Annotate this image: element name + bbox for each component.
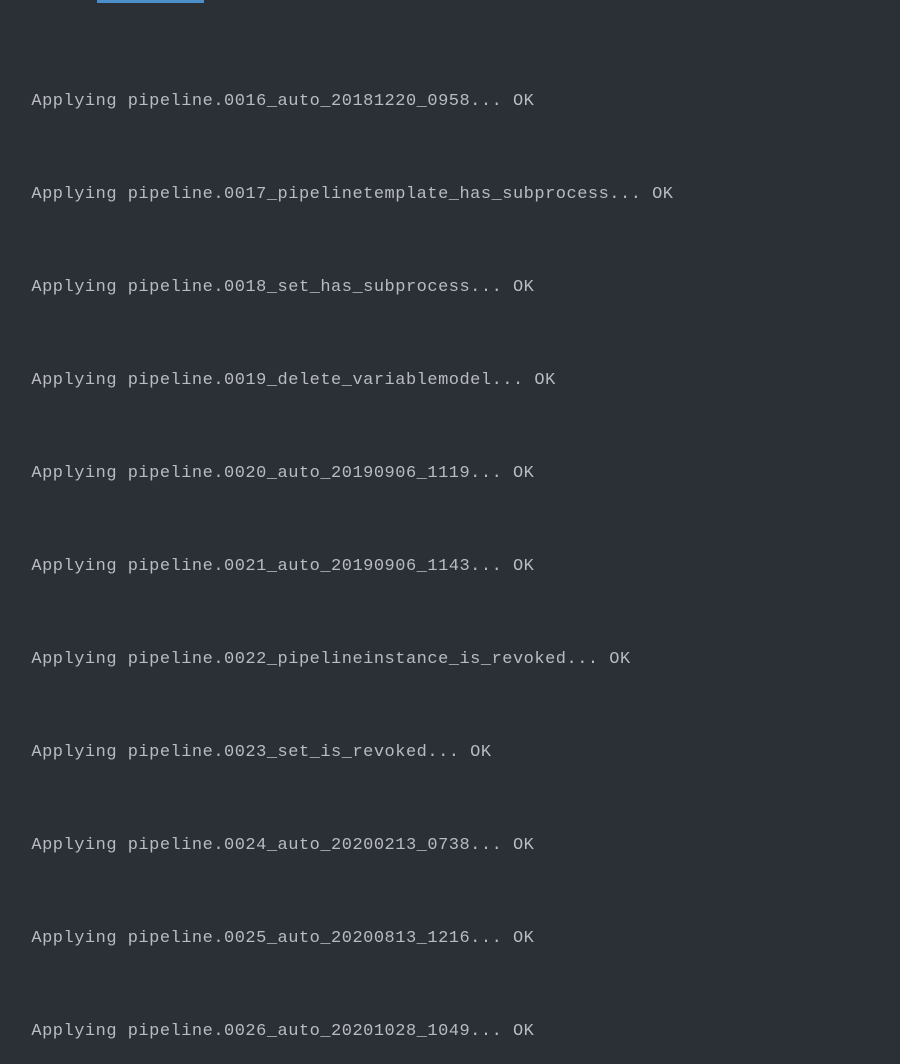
terminal-line: Applying pipeline.0016_auto_20181220_095… — [10, 86, 890, 117]
terminal-line: Applying pipeline.0026_auto_20201028_104… — [10, 1016, 890, 1047]
terminal-line: Applying pipeline.0018_set_has_subproces… — [10, 272, 890, 303]
terminal-line: Applying pipeline.0019_delete_variablemo… — [10, 365, 890, 396]
terminal-line: Applying pipeline.0017_pipelinetemplate_… — [10, 179, 890, 210]
terminal-output[interactable]: Applying pipeline.0016_auto_20181220_095… — [0, 10, 900, 1064]
terminal-line: Applying pipeline.0020_auto_20190906_111… — [10, 458, 890, 489]
terminal-line: Applying pipeline.0023_set_is_revoked...… — [10, 737, 890, 768]
terminal-line: Applying pipeline.0021_auto_20190906_114… — [10, 551, 890, 582]
terminal-line: Applying pipeline.0022_pipelineinstance_… — [10, 644, 890, 675]
terminal-line: Applying pipeline.0024_auto_20200213_073… — [10, 830, 890, 861]
tab-active-indicator — [97, 0, 204, 3]
terminal-line: Applying pipeline.0025_auto_20200813_121… — [10, 923, 890, 954]
